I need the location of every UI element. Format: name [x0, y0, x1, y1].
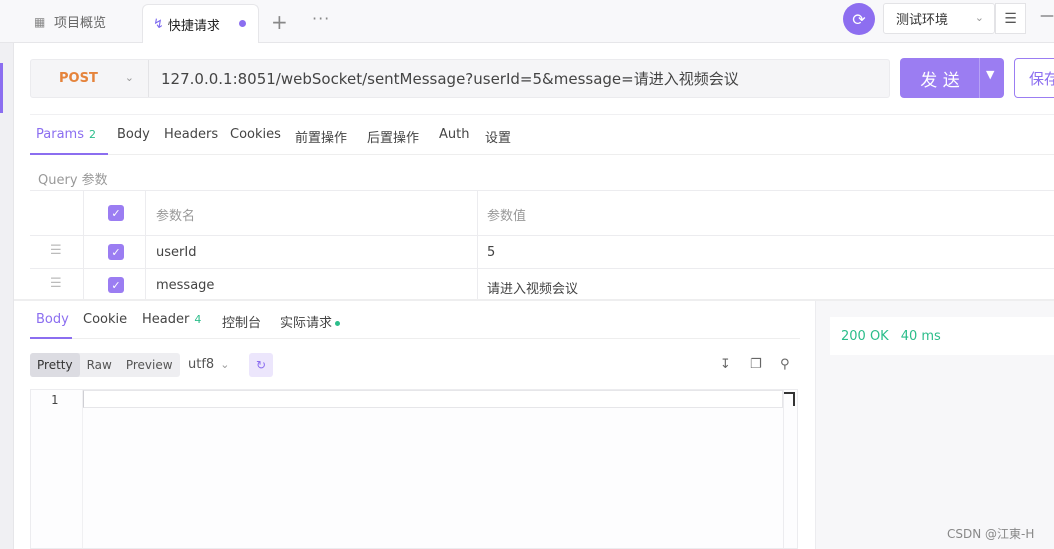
format-raw[interactable]: Raw [80, 353, 119, 377]
param-value-input[interactable]: 请进入视频会议 [487, 278, 578, 297]
tab-params[interactable]: Params 2 [36, 127, 96, 142]
vertical-scrollbar[interactable] [783, 390, 797, 548]
tab-quick-request[interactable]: ↯ 快捷请求 [142, 4, 259, 43]
download-icon[interactable]: ↧ [720, 357, 731, 372]
send-divider [979, 58, 980, 98]
chevron-down-icon: ⌄ [220, 358, 230, 371]
line-gutter [31, 390, 83, 548]
query-params-label: Query 参数 [38, 173, 108, 188]
tab-actual-request[interactable]: 实际请求 [280, 312, 341, 331]
url-bar: POST ⌄ 127.0.0.1:8051/webSocket/sentMess… [30, 59, 890, 98]
params-count-badge: 2 [88, 128, 96, 141]
table-row: ☰ ✓ userId 5 [30, 236, 1054, 269]
tab-auth[interactable]: Auth [439, 127, 469, 142]
save-button[interactable]: 保存 [1014, 58, 1054, 98]
drag-handle-icon[interactable]: ☰ [50, 243, 62, 258]
encoding-select[interactable]: utf8 ⌄ [188, 357, 229, 372]
column-header-value: 参数值 [487, 209, 527, 224]
status-box: 200 OK 40 ms [830, 317, 1054, 355]
unsaved-dot [239, 20, 246, 27]
tab-console[interactable]: 控制台 [222, 312, 261, 331]
tab-label: 快捷请求 [167, 18, 220, 34]
grid-icon: ▦ [34, 14, 46, 29]
current-line [83, 390, 783, 408]
sidebar-active-marker [0, 63, 3, 113]
lightning-icon: ↯ [153, 16, 164, 32]
response-status-panel: 200 OK 40 ms [815, 301, 1054, 549]
response-panel: Body Cookie Header 4 控制台 实际请求 Pretty Raw … [14, 301, 800, 549]
encoding-label: utf8 [188, 357, 215, 372]
format-preview[interactable]: Preview [119, 353, 180, 377]
chevron-down-icon: ⌄ [124, 71, 134, 84]
request-tabs: Params 2 Body Headers Cookies 前置操作 后置操作 A… [30, 114, 1054, 155]
response-time: 40 ms [900, 328, 941, 344]
format-pretty[interactable]: Pretty [30, 353, 80, 377]
search-icon[interactable]: ⚲ [780, 357, 790, 372]
tab-headers[interactable]: Headers [164, 127, 218, 142]
environment-select[interactable]: 测试环境 ⌄ [883, 3, 995, 34]
response-editor[interactable]: 1 [30, 389, 798, 549]
column-header-name: 参数名 [156, 209, 196, 224]
scroll-thumb[interactable] [784, 392, 795, 406]
tab-post-ops[interactable]: 后置操作 [367, 127, 419, 146]
chevron-down-icon[interactable]: ▼ [986, 68, 994, 81]
method-label: POST [59, 71, 98, 86]
line-number: 1 [51, 393, 59, 407]
more-icon[interactable]: ··· [312, 9, 330, 28]
send-label: 发 送 [920, 70, 960, 91]
status-dot [335, 321, 341, 326]
tab-params-label: Params [36, 127, 84, 142]
drag-column [30, 191, 84, 235]
url-input[interactable]: 127.0.0.1:8051/webSocket/sentMessage?use… [161, 60, 739, 97]
active-tab-indicator [30, 337, 72, 339]
tab-response-body[interactable]: Body [36, 312, 69, 327]
method-select[interactable]: POST ⌄ [31, 60, 149, 97]
tab-project-overview[interactable]: ▦ 项目概览 [14, 0, 138, 43]
drag-handle-icon[interactable]: ☰ [50, 276, 62, 291]
tab-response-cookie[interactable]: Cookie [83, 312, 127, 327]
watermark: CSDN @江東-H [947, 527, 1035, 541]
params-table: ✓ 参数名 参数值 ☰ ✓ userId 5 ☰ ✓ message 请进入视频… [30, 190, 1054, 300]
sync-icon[interactable]: ⟳ [843, 3, 875, 35]
chevron-down-icon: ⌄ [974, 11, 984, 24]
new-tab-icon[interactable]: + [271, 10, 288, 34]
param-value-input[interactable]: 5 [487, 245, 495, 260]
tab-label: 项目概览 [54, 16, 107, 31]
tab-settings[interactable]: 设置 [485, 127, 511, 146]
row-checkbox[interactable]: ✓ [108, 277, 124, 293]
tab-header-label: Header [142, 312, 190, 327]
header-count-badge: 4 [194, 313, 202, 326]
response-tabs: Body Cookie Header 4 控制台 实际请求 [30, 301, 800, 339]
copy-icon[interactable]: ❐ [750, 357, 762, 372]
name-column [146, 191, 478, 235]
tab-body[interactable]: Body [117, 127, 150, 142]
param-name-input[interactable]: message [156, 278, 214, 293]
select-all-checkbox[interactable]: ✓ [108, 205, 124, 221]
table-row: ☰ ✓ message 请进入视频会议 [30, 269, 1054, 300]
tab-cookies[interactable]: Cookies [230, 127, 281, 142]
tab-bar: ▦ 项目概览 ↯ 快捷请求 + ··· ⟳ 测试环境 ⌄ ☰ — [0, 0, 1054, 43]
tab-pre-ops[interactable]: 前置操作 [295, 127, 347, 146]
format-switcher: Pretty Raw Preview [30, 353, 180, 377]
word-wrap-icon[interactable]: ↻ [249, 353, 273, 377]
menu-icon[interactable]: ☰ [995, 3, 1026, 34]
status-code: 200 OK [841, 328, 889, 344]
tab-response-header[interactable]: Header 4 [142, 312, 201, 327]
environment-label: 测试环境 [896, 13, 949, 28]
row-checkbox[interactable]: ✓ [108, 244, 124, 260]
send-button[interactable]: 发 送 ▼ [900, 58, 1004, 98]
active-tab-indicator [30, 153, 108, 155]
left-sidebar-strip [0, 43, 14, 549]
param-name-input[interactable]: userId [156, 245, 196, 260]
minimize-icon[interactable]: — [1040, 8, 1054, 24]
table-header-row: ✓ 参数名 参数值 [30, 191, 1054, 236]
save-label: 保存 [1029, 69, 1054, 88]
tab-actual-label: 实际请求 [280, 316, 333, 331]
